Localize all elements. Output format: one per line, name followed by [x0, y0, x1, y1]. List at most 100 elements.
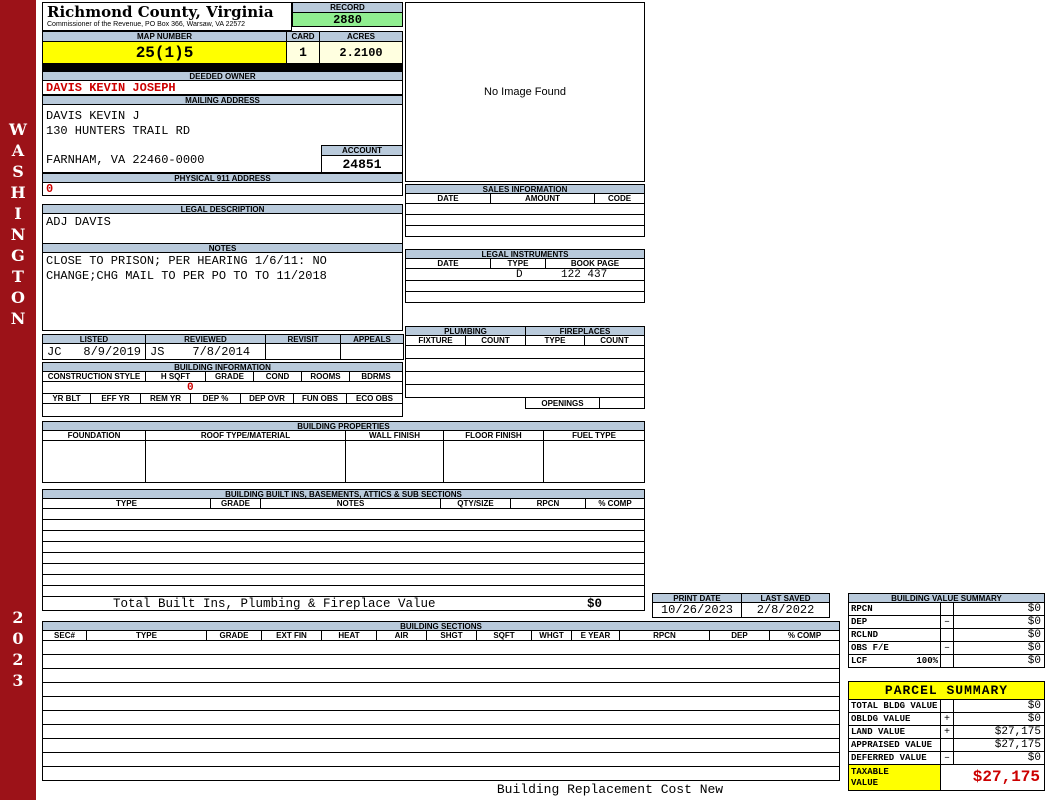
sections-col-dep: DEP [709, 630, 770, 641]
mailing-block: MAILING ADDRESS DAVIS KEVIN J 130 HUNTER… [42, 95, 403, 173]
foundation-cell [42, 440, 146, 483]
sections-col-type: TYPE [86, 630, 207, 641]
fireplaces-col-count: COUNT [584, 335, 645, 346]
bvs-value: $0 [953, 641, 1045, 655]
parcel-row-land: LAND VALUE + $27,175 [848, 725, 1045, 739]
empty-row [42, 724, 840, 739]
sections-col-grade: GRADE [206, 630, 262, 641]
sidebar: WASHINGTON 2023 [0, 0, 36, 800]
county-header: Richmond County, Virginia Commissioner o… [42, 2, 292, 31]
notes-line-1: CLOSE TO PRISON; PER HEARING 1/6/11: NO [46, 254, 327, 268]
builtins-col-notes: NOTES [260, 498, 441, 509]
h-sqft-value: 0 [187, 382, 194, 394]
sidebar-district-label: WASHINGTON [8, 120, 28, 330]
builtins-col-grade: GRADE [210, 498, 261, 509]
acres-value: 2.2100 [319, 41, 403, 64]
sections-col-rpcn: RPCN [619, 630, 710, 641]
sales-col-date: DATE [405, 193, 491, 204]
no-image-text: No Image Found [484, 86, 566, 98]
empty-row [42, 752, 840, 767]
deeded-owner-block: DEEDED OWNER DAVIS KEVIN JOSEPH [42, 71, 403, 95]
parcel-value: $27,175 [953, 725, 1045, 739]
parcel-value: $0 [953, 712, 1045, 726]
col-eff-yr: EFF YR [90, 393, 141, 404]
sections-col-heat: HEAT [321, 630, 377, 641]
empty-row [42, 654, 840, 669]
sidebar-year-label: 2023 [8, 608, 28, 692]
sections-col-sec: SEC# [42, 630, 87, 641]
empty-row [42, 668, 840, 683]
bvs-label: OBS F/E [851, 643, 889, 653]
taxable-label-cell: TAXABLE VALUE [848, 764, 941, 791]
empty-row [42, 766, 840, 781]
bvs-op: – [940, 615, 954, 629]
revisit-value [265, 343, 341, 360]
bvs-value: $0 [953, 654, 1045, 668]
county-title: Richmond County, Virginia [47, 3, 274, 21]
openings-value [599, 397, 645, 409]
sections-col-shgt: SHGT [426, 630, 477, 641]
reviewed-date: 7/8/2014 [192, 345, 251, 359]
mailing-address-box: DAVIS KEVIN J 130 HUNTERS TRAIL RD FARNH… [42, 104, 403, 173]
reviewed-by: JS [150, 345, 165, 359]
record-block: RECORD 2880 [292, 2, 403, 27]
building-properties: BUILDING PROPERTIES FOUNDATION ROOF TYPE… [42, 421, 645, 483]
print-date-value: 10/26/2023 [652, 602, 742, 618]
builtins-col-comp: % COMP [585, 498, 645, 509]
parcel-op [940, 699, 954, 713]
bvs-row-dep: DEP – $0 [848, 615, 1045, 629]
sales-col-amount: AMOUNT [490, 193, 595, 204]
instrument-bookpage-value: 122 437 [561, 269, 608, 281]
bvs-op [940, 628, 954, 642]
last-saved-value: 2/8/2022 [741, 602, 830, 618]
parcel-label: TOTAL BLDG VALUE [848, 699, 941, 713]
parcel-summary-title: PARCEL SUMMARY [848, 681, 1045, 700]
empty-row [405, 225, 645, 237]
divider-bar [42, 64, 403, 71]
built-ins-total-label: Total Built Ins, Plumbing & Fireplace Va… [113, 597, 436, 611]
map-number-value: 25(1)5 [42, 41, 287, 64]
sections-col-eyear: E YEAR [571, 630, 620, 641]
parcel-summary: PARCEL SUMMARY TOTAL BLDG VALUE $0 OBLDG… [848, 681, 1045, 791]
card-value: 1 [286, 41, 320, 64]
record-value: 2880 [292, 12, 403, 27]
office-address-line: Commissioner of the Revenue, PO Box 366,… [47, 21, 246, 28]
bvs-label: LCF [851, 656, 868, 666]
parcel-row-deferred: DEFERRED VALUE – $0 [848, 751, 1045, 765]
wall-finish-cell [345, 440, 444, 483]
openings-label: OPENINGS [525, 397, 600, 409]
map-card-acres: MAP NUMBER CARD ACRES 25(1)5 1 2.2100 [42, 31, 403, 64]
floor-finish-cell [443, 440, 544, 483]
bvs-row-lcf: LCF 100% $0 [848, 654, 1045, 668]
built-ins-total-row: Total Built Ins, Plumbing & Fireplace Va… [42, 596, 645, 611]
empty-row [42, 696, 840, 711]
notes-block: NOTES CLOSE TO PRISON; PER HEARING 1/6/1… [42, 243, 403, 331]
building-sections: BUILDING SECTIONS SEC# TYPE GRADE EXT FI… [42, 621, 840, 781]
bvs-label: DEP [851, 617, 868, 627]
built-ins: BUILDING BUILT INS, BASEMENTS, ATTICS & … [42, 489, 645, 611]
parcel-row-total-bldg: TOTAL BLDG VALUE $0 [848, 699, 1045, 713]
legal-description-value: ADJ DAVIS [42, 213, 403, 244]
parcel-value: $0 [953, 751, 1045, 765]
bvs-label: RCLND [851, 630, 879, 640]
built-ins-total-value: $0 [586, 597, 602, 611]
bvs-op [940, 654, 954, 668]
parcel-op [940, 738, 954, 752]
physical-address-block: PHYSICAL 911 ADDRESS 0 [42, 173, 403, 196]
bvs-value: $0 [953, 615, 1045, 629]
sections-col-extfin: EXT FIN [261, 630, 322, 641]
sections-col-whgt: WHGT [531, 630, 572, 641]
print-info: PRINT DATE LAST SAVED 10/26/2023 2/8/202… [652, 593, 830, 618]
sections-col-air: AIR [376, 630, 427, 641]
mailing-line-1: DAVIS KEVIN J [46, 109, 140, 123]
taxable-label: TAXABLE VALUE [851, 767, 889, 788]
parcel-value: $0 [953, 699, 1045, 713]
building-info-values-row1: 0 [42, 381, 403, 394]
reviewed-value: JS 7/8/2014 [145, 343, 266, 360]
notes-box: CLOSE TO PRISON; PER HEARING 1/6/11: NO … [42, 252, 403, 331]
parcel-op: + [940, 725, 954, 739]
legal-description-block: LEGAL DESCRIPTION ADJ DAVIS [42, 204, 403, 244]
bvs-row-rpcn: RPCN $0 [848, 602, 1045, 616]
builtins-col-type: TYPE [42, 498, 211, 509]
listed-date: 8/9/2019 [83, 345, 141, 359]
